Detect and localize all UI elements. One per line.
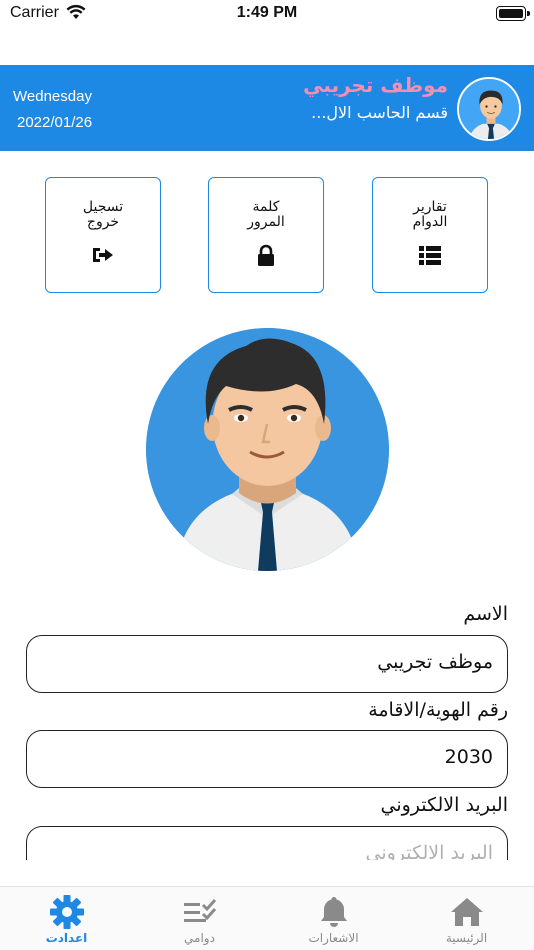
- header-date: 2022/01/26: [17, 114, 93, 131]
- header-day: Wednesday: [13, 88, 92, 105]
- home-icon: [450, 898, 483, 926]
- tab-settings-label: اعدادت: [45, 931, 88, 945]
- status-bar: Carrier 1:49 PM: [0, 0, 534, 30]
- checklist-icon: [183, 899, 216, 922]
- tab-home[interactable]: الرئيسية: [400, 887, 533, 950]
- profile-avatar[interactable]: [146, 328, 389, 571]
- tab-attendance[interactable]: دوامي: [133, 887, 266, 950]
- id-number-value: 2030: [444, 746, 493, 768]
- email-field[interactable]: البريد الالكتروني: [26, 826, 508, 864]
- name-value: موظف تجريبي: [377, 651, 493, 673]
- reports-label: تقارير الدوام: [412, 199, 448, 230]
- avatar-illustration: [459, 79, 519, 139]
- name-field[interactable]: موظف تجريبي: [26, 635, 508, 693]
- tab-home-label: الرئيسية: [445, 931, 488, 945]
- lock-icon: [258, 244, 274, 266]
- name-label: الاسم: [463, 603, 508, 625]
- status-time: 1:49 PM: [236, 4, 298, 21]
- avatar[interactable]: [457, 77, 521, 141]
- list-icon: [419, 246, 441, 265]
- gear-icon: [49, 895, 84, 929]
- id-number-label: رقم الهوية/الاقامة: [368, 699, 508, 721]
- scroll-clip: [0, 860, 534, 886]
- tab-settings[interactable]: اعدادت: [0, 887, 133, 950]
- bell-icon: [320, 897, 347, 927]
- avatar-illustration: [146, 328, 389, 571]
- department-name: قسم الحاسب الال...: [311, 103, 448, 122]
- email-label: البريد الالكتروني: [380, 794, 509, 816]
- employee-name: موظف تجريبي: [303, 73, 448, 97]
- attendance-reports-button[interactable]: تقارير الدوام: [372, 177, 488, 293]
- tab-attendance-label: دوامي: [184, 931, 215, 945]
- tab-notifications[interactable]: الاشعارات: [267, 887, 400, 950]
- tab-notifications-label: الاشعارات: [308, 931, 359, 945]
- id-number-field[interactable]: 2030: [26, 730, 508, 788]
- logout-label: تسجيل خروج: [82, 199, 124, 230]
- profile-header: Wednesday 2022/01/26 موظف تجريبي قسم الح…: [0, 65, 534, 151]
- battery-icon: [496, 6, 530, 21]
- logout-button[interactable]: تسجيل خروج: [45, 177, 161, 293]
- tab-bar: اعدادت دوامي الاشعارات الرئيسية: [0, 886, 534, 950]
- password-label: كلمة المرور: [247, 199, 285, 230]
- change-password-button[interactable]: كلمة المرور: [208, 177, 324, 293]
- sign-out-icon: [93, 248, 113, 262]
